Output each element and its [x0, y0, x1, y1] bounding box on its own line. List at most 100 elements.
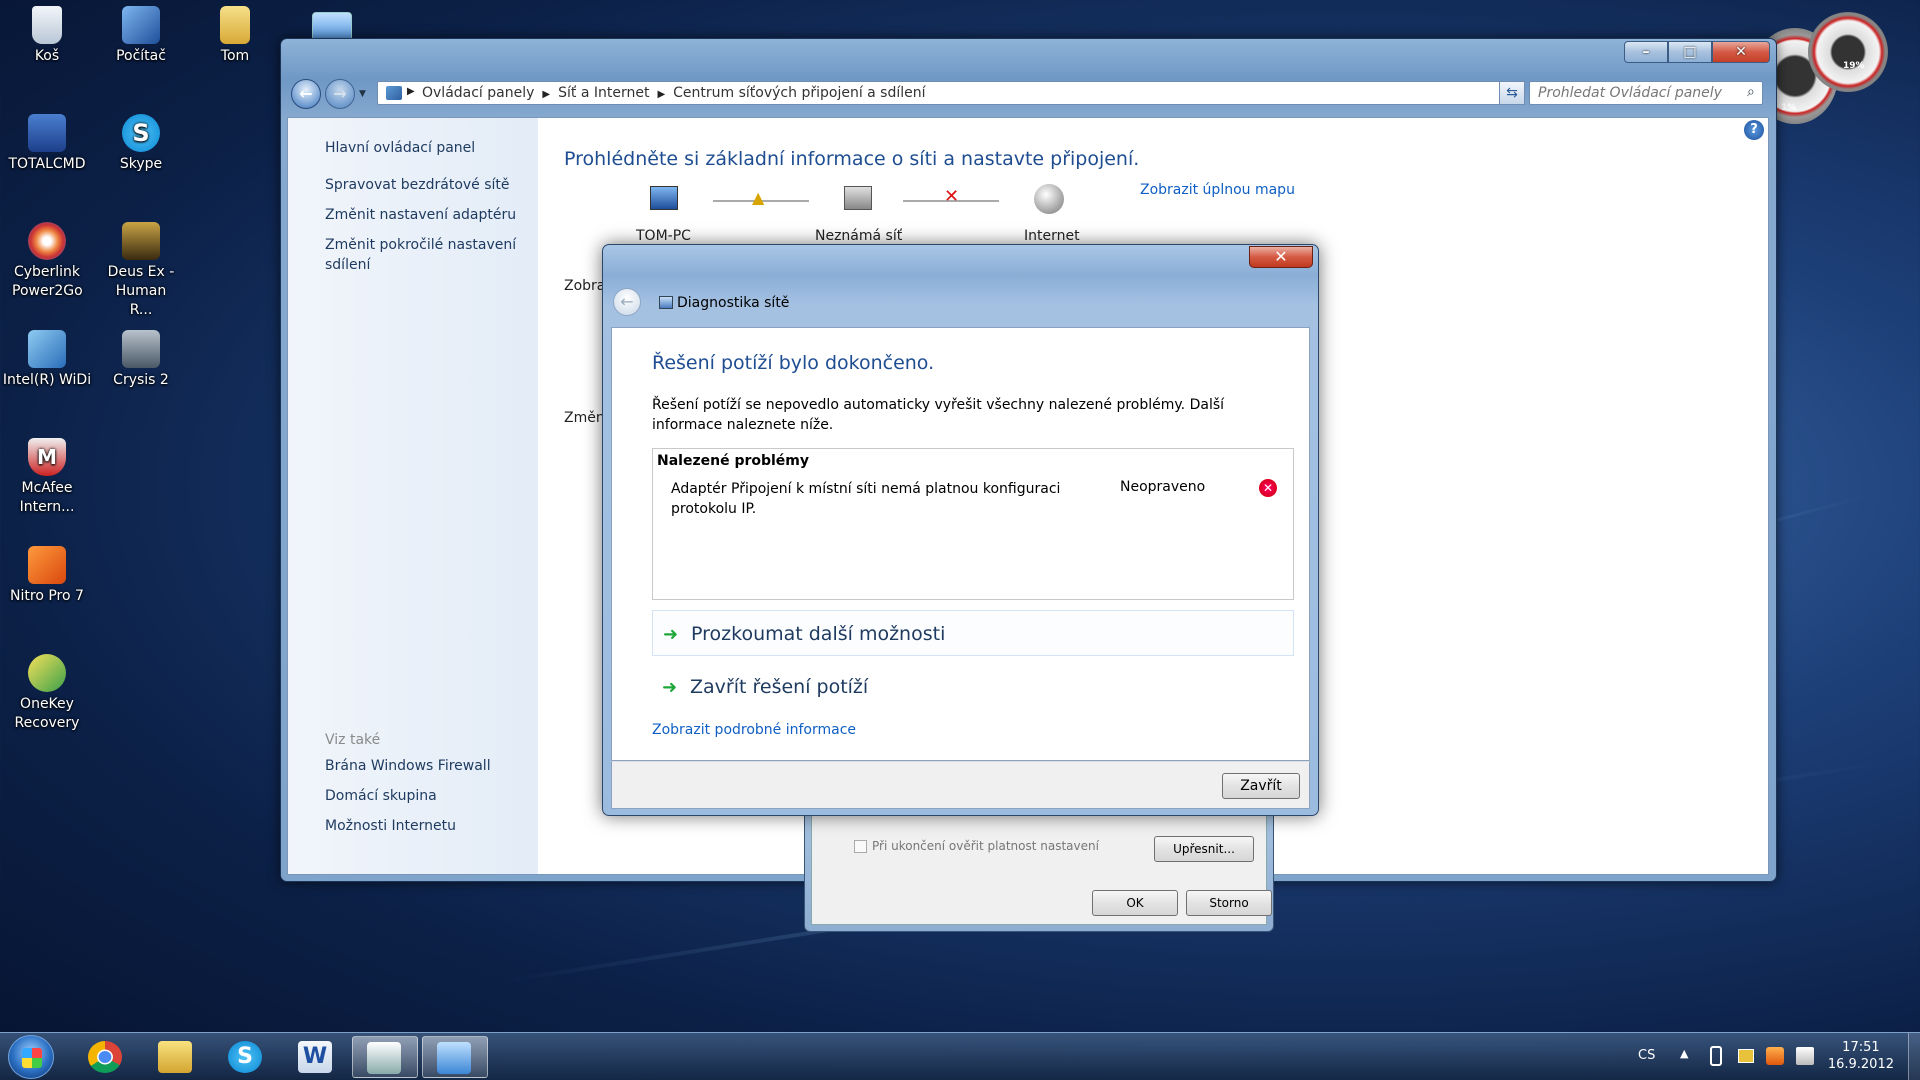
- desktop-icon-label: Nitro Pro 7: [10, 588, 84, 604]
- nitro-pdf-icon: [28, 546, 66, 584]
- game-icon: [122, 222, 160, 260]
- section-label-partial: Zobra: [564, 278, 606, 294]
- breadcrumb: Ovládací panely ▶ Síť a Internet ▶ Centrum s…: [422, 85, 926, 101]
- forward-button[interactable]: →: [325, 79, 355, 109]
- windows-logo-icon: [22, 1048, 42, 1068]
- option-label: Prozkoumat další možnosti: [691, 623, 946, 645]
- breadcrumb-chevron-icon[interactable]: ▶: [407, 86, 415, 97]
- desktop-icon-label: Počítač: [116, 48, 166, 64]
- desktop-icon-computer[interactable]: Počítač: [96, 6, 186, 66]
- close-dialog-button[interactable]: Zavřít: [1222, 773, 1300, 799]
- desktop-icon-totalcmd[interactable]: TOTALCMD: [2, 114, 92, 174]
- refresh-button[interactable]: ⇆: [1499, 81, 1525, 105]
- search-input[interactable]: Prohledat Ovládací panely: [1529, 81, 1763, 105]
- show-hidden-icons-button[interactable]: ▲: [1680, 1047, 1688, 1060]
- search-icon[interactable]: ⌕: [1747, 84, 1755, 100]
- view-details-link[interactable]: Zobrazit podrobné informace: [652, 722, 856, 738]
- problems-list: Nalezené problémy Adaptér Připojení k mí…: [652, 448, 1294, 600]
- recovery-icon: [28, 654, 66, 692]
- validate-settings-checkbox[interactable]: [854, 840, 867, 853]
- node-label-unknown-network: Neznámá síť: [815, 228, 903, 244]
- desktop-icon-label: Cyberlink Power2Go: [12, 264, 83, 299]
- desktop-icon-label: TOTALCMD: [8, 156, 86, 172]
- close-button[interactable]: ✕: [1712, 41, 1770, 63]
- desktop-icon-label: Crysis 2: [113, 372, 169, 388]
- taskbar: S W CS ▲ 17:51 16.9.2012: [0, 1032, 1920, 1080]
- security-tray-icon[interactable]: [1766, 1047, 1784, 1065]
- cpu-meter-gadget-main[interactable]: [1808, 12, 1888, 92]
- dialog-description: Řešení potíží se nepovedlo automaticky v…: [652, 397, 1225, 433]
- desktop-icon-label: Koš: [34, 48, 60, 64]
- nav-internet-options[interactable]: Možnosti Internetu: [325, 816, 456, 836]
- system-clock[interactable]: 17:51 16.9.2012: [1828, 1039, 1894, 1073]
- dialog-footer: Zavřít: [611, 761, 1310, 809]
- advanced-button[interactable]: Upřesnit...: [1154, 836, 1254, 862]
- page-title: Prohlédněte si základní informace o síti…: [564, 148, 1140, 170]
- breadcrumb-separator-icon[interactable]: ▶: [542, 89, 550, 100]
- desktop-icon-label: Tom: [220, 48, 250, 64]
- network-tray-icon[interactable]: [1796, 1047, 1814, 1065]
- explore-options-button[interactable]: ➜ Prozkoumat další možnosti: [652, 610, 1294, 656]
- computer-icon: [122, 6, 160, 44]
- help-icon[interactable]: ?: [1744, 120, 1764, 140]
- disconnected-icon: ✕: [944, 186, 960, 207]
- start-button[interactable]: [8, 1035, 54, 1079]
- dialog-close-button[interactable]: ✕: [1249, 246, 1313, 268]
- show-desktop-button[interactable]: [1908, 1033, 1920, 1080]
- maximize-button[interactable]: □: [1668, 41, 1712, 63]
- option-label: Zavřít řešení potíží: [690, 676, 869, 698]
- folder-icon: [158, 1041, 192, 1073]
- battery-tray-icon[interactable]: [1738, 1049, 1754, 1063]
- nav-homegroup[interactable]: Domácí skupina: [325, 786, 437, 806]
- language-indicator[interactable]: CS: [1638, 1048, 1655, 1063]
- desktop-icon-label: Deus Ex - Human R...: [107, 264, 175, 318]
- taskbar-chrome[interactable]: [74, 1036, 136, 1078]
- taskbar-word[interactable]: W: [284, 1036, 346, 1078]
- desktop-icon-recycle-bin[interactable]: Koš: [2, 6, 92, 66]
- breadcrumb-item-control-panel[interactable]: Ovládací panely: [422, 85, 534, 101]
- back-button[interactable]: ←: [291, 79, 321, 109]
- nav-control-panel-home[interactable]: Hlavní ovládací panel: [325, 138, 475, 158]
- cpu-usage-readout: 19%: [1843, 61, 1865, 71]
- cancel-button[interactable]: Storno: [1186, 890, 1272, 916]
- dialog-back-button[interactable]: ←: [613, 288, 641, 316]
- ok-button[interactable]: OK: [1092, 890, 1178, 916]
- desktop-icon-onekey[interactable]: OneKey Recovery: [2, 654, 92, 733]
- desktop-icon-nitro[interactable]: Nitro Pro 7: [2, 546, 92, 606]
- desktop-icon-intel-widi[interactable]: Intel(R) WiDi: [2, 330, 92, 390]
- taskbar-network-center[interactable]: [422, 1036, 488, 1078]
- recycle-bin-icon: [32, 6, 62, 44]
- adapter-properties-body: Při ukončení ověřit platnost nastavení U…: [811, 807, 1272, 925]
- minimize-button[interactable]: –: [1624, 41, 1668, 63]
- desktop-icon-mcafee[interactable]: M McAfee Intern...: [2, 438, 92, 517]
- desktop-icon-deus-ex[interactable]: Deus Ex - Human R...: [96, 222, 186, 320]
- address-bar[interactable]: ▶ Ovládací panely ▶ Síť a Internet ▶ Centrum…: [377, 81, 1515, 105]
- desktop-icon-user-folder[interactable]: Tom: [190, 6, 280, 66]
- nav-advanced-sharing[interactable]: Změnit pokročilé nastavení sdílení: [325, 235, 525, 275]
- skype-icon: S: [228, 1041, 262, 1073]
- recent-pages-dropdown[interactable]: ▼: [359, 89, 366, 99]
- section-label-partial: Změn: [564, 410, 605, 426]
- desktop-icon-cyberlink[interactable]: Cyberlink Power2Go: [2, 222, 92, 301]
- breadcrumb-item-network-center[interactable]: Centrum síťových připojení a sdílení: [673, 85, 925, 101]
- breadcrumb-separator-icon[interactable]: ▶: [657, 89, 665, 100]
- taskbar-explorer[interactable]: [144, 1036, 206, 1078]
- dialog-body: Řešení potíží bylo dokončeno. Řešení pot…: [611, 327, 1310, 761]
- desktop-icon-label: Skype: [119, 156, 163, 172]
- nav-change-adapter[interactable]: Změnit nastavení adaptéru: [325, 205, 516, 225]
- device-tray-icon[interactable]: [1710, 1046, 1722, 1066]
- close-troubleshooter-button[interactable]: ➜ Zavřít řešení potíží: [652, 664, 1294, 710]
- network-diagnostics-dialog: ✕ ← Diagnostika sítě Řešení potíží bylo …: [602, 244, 1319, 816]
- desktop-icon-label: McAfee Intern...: [19, 480, 75, 515]
- desktop-icon-crysis[interactable]: Crysis 2: [96, 330, 186, 390]
- breadcrumb-item-network[interactable]: Síť a Internet: [558, 85, 649, 101]
- taskbar-adapter-dialog[interactable]: [352, 1036, 418, 1078]
- taskbar-skype[interactable]: S: [214, 1036, 276, 1078]
- nav-firewall[interactable]: Brána Windows Firewall: [325, 756, 491, 776]
- see-also-heading: Viz také: [325, 732, 381, 748]
- desktop-icon-skype[interactable]: S Skype: [96, 114, 186, 174]
- cyberlink-disc-icon: [28, 222, 66, 260]
- desktop-icon-label: Intel(R) WiDi: [2, 372, 92, 388]
- show-full-map-link[interactable]: Zobrazit úplnou mapu: [1140, 182, 1295, 198]
- nav-manage-wireless[interactable]: Spravovat bezdrátové sítě: [325, 175, 510, 195]
